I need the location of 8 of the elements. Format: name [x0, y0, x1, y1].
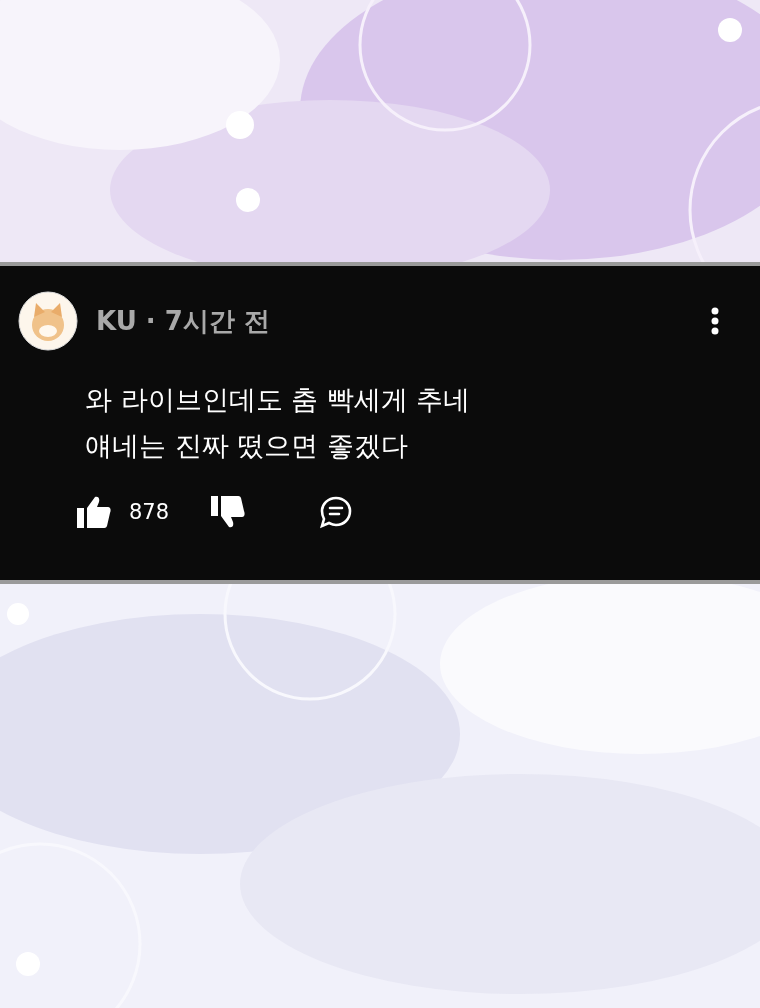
comment-text: 와 라이브인데도 춤 빡세게 추네 얘네는 진짜 떴으면 좋겠다: [85, 383, 472, 463]
thumbs-up-icon[interactable]: [77, 495, 111, 529]
avatar-icon[interactable]: [18, 291, 78, 351]
more-icon[interactable]: [710, 307, 720, 335]
reply-icon[interactable]: [319, 495, 354, 529]
like-count: 878: [129, 500, 170, 524]
thumbs-down-icon[interactable]: [211, 495, 246, 529]
comment-byline: KU · 7시간 전: [96, 304, 271, 338]
